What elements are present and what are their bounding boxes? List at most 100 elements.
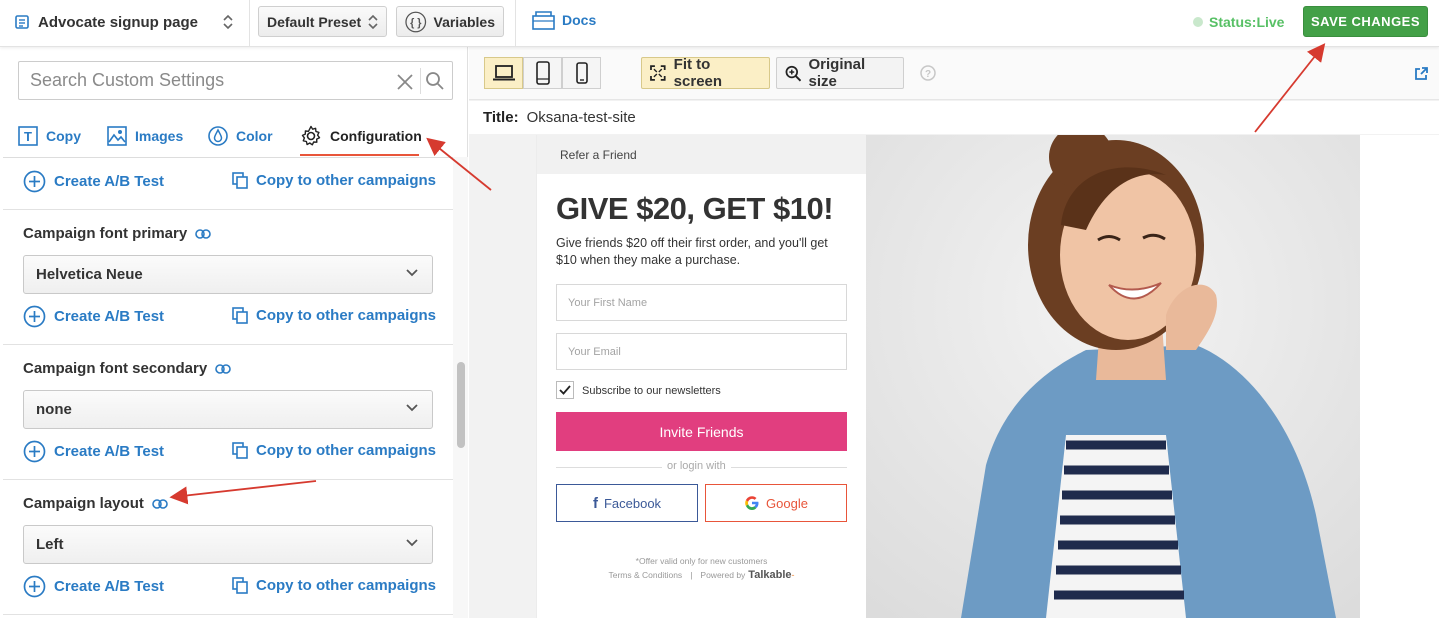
copy-to-campaigns-label: Copy to other campaigns: [256, 172, 437, 189]
powered-by-label: Powered by: [700, 570, 746, 580]
invite-friends-button[interactable]: Invite Friends: [556, 412, 847, 451]
preview-title-bar: Title: Oksana-test-site: [469, 101, 1439, 134]
layout-select[interactable]: Left: [23, 525, 433, 564]
chevron-down-icon: [406, 269, 418, 277]
card-header-label: Refer a Friend: [560, 147, 637, 162]
divider: [249, 0, 250, 46]
updown-icon: [368, 14, 378, 30]
chevron-down-icon: [406, 539, 418, 547]
save-changes-label: SAVE CHANGES: [1310, 14, 1421, 29]
create-ab-test-link[interactable]: Create A/B Test: [23, 575, 164, 598]
preset-select[interactable]: Default Preset: [258, 6, 387, 37]
section-divider: [3, 479, 453, 480]
tab-copy[interactable]: T Copy: [18, 117, 81, 155]
create-ab-test-link[interactable]: Create A/B Test: [23, 170, 164, 193]
field-label-font-secondary: Campaign font secondary: [23, 360, 232, 377]
original-size-button[interactable]: Original size: [776, 56, 904, 90]
search-icon[interactable]: [425, 71, 445, 91]
plus-circle-icon: [23, 575, 46, 598]
create-ab-test-label: Create A/B Test: [54, 443, 165, 460]
scrollbar-thumb[interactable]: [457, 362, 465, 448]
create-ab-test-link[interactable]: Create A/B Test: [23, 305, 164, 328]
tab-configuration-label: Configuration: [330, 128, 422, 144]
external-link-icon[interactable]: [1414, 67, 1428, 81]
card-headline: GIVE $20, GET $10!: [556, 191, 834, 226]
status-label: Status:: [1209, 14, 1257, 30]
divider: [515, 0, 516, 46]
gear-icon: [301, 125, 321, 146]
copy-to-campaigns-link[interactable]: Copy to other campaigns: [232, 172, 436, 189]
status-value: Live: [1256, 14, 1285, 30]
phone-view-button[interactable]: [562, 57, 601, 89]
search-box: [18, 61, 453, 100]
clear-icon[interactable]: [396, 73, 414, 91]
tab-images[interactable]: Images: [107, 117, 183, 155]
copy-to-campaigns-label: Copy to other campaigns: [256, 442, 437, 459]
select-value: Helvetica Neue: [36, 266, 143, 283]
input-placeholder: Your First Name: [568, 296, 648, 309]
zoom-in-icon: [785, 65, 802, 81]
link-icon[interactable]: [215, 363, 232, 374]
tab-copy-label: Copy: [46, 128, 81, 144]
preview-area: Fit to screen Original size ? Title: Oks…: [469, 47, 1439, 618]
preview-toolbar: Fit to screen Original size ?: [469, 47, 1439, 100]
tab-color-label: Color: [236, 128, 273, 144]
terms-link[interactable]: Terms & Conditions: [608, 570, 682, 580]
variables-button[interactable]: { } Variables: [396, 6, 504, 37]
field-label-layout: Campaign layout: [23, 495, 168, 512]
help-icon[interactable]: ?: [920, 65, 936, 81]
tab-color[interactable]: Color: [208, 117, 273, 155]
section-divider: [3, 614, 453, 615]
logo-accent-icon: -: [791, 570, 795, 580]
search-input[interactable]: [19, 62, 389, 99]
status-dot-icon: [1193, 17, 1203, 27]
offer-note: *Offer valid only for new customers: [635, 556, 768, 566]
link-icon[interactable]: [152, 498, 168, 509]
email-input[interactable]: Your Email: [556, 333, 847, 370]
section-divider: [3, 209, 453, 210]
referral-card: Refer a Friend GIVE $20, GET $10! Give f…: [536, 135, 866, 618]
tab-configuration[interactable]: Configuration: [300, 117, 422, 155]
laptop-icon: [492, 65, 515, 81]
tab-images-label: Images: [135, 128, 184, 144]
title-label: Title:: [483, 109, 519, 126]
tablet-view-button[interactable]: [523, 57, 562, 89]
woman-photo-icon: [866, 135, 1360, 618]
google-button[interactable]: Google: [705, 484, 847, 522]
copy-icon: [232, 577, 248, 594]
chevron-down-icon: [406, 404, 418, 412]
card-header: Refer a Friend: [537, 135, 866, 174]
original-size-label: Original size: [808, 56, 866, 90]
status-indicator: Status: Live: [1193, 14, 1284, 30]
fit-to-screen-button[interactable]: Fit to screen: [641, 56, 770, 90]
field-label-font-primary: Campaign font primary: [23, 225, 211, 242]
desktop-view-button[interactable]: [484, 57, 523, 89]
text-icon: T: [18, 126, 38, 146]
font-primary-select[interactable]: Helvetica Neue: [23, 255, 433, 294]
facebook-button[interactable]: f Facebook: [556, 484, 698, 522]
create-ab-test-label: Create A/B Test: [54, 308, 165, 325]
copy-to-campaigns-link[interactable]: Copy to other campaigns: [232, 442, 436, 459]
select-value: Left: [36, 536, 64, 553]
plus-circle-icon: [23, 440, 46, 463]
font-secondary-select[interactable]: none: [23, 390, 433, 429]
docs-link[interactable]: Docs: [532, 10, 596, 30]
create-ab-test-link[interactable]: Create A/B Test: [23, 440, 164, 463]
drop-icon: [208, 126, 228, 146]
link-icon[interactable]: [195, 228, 211, 239]
subscribe-checkbox[interactable]: [556, 381, 574, 399]
braces-icon: { }: [405, 11, 427, 32]
copy-icon: [232, 172, 248, 189]
save-changes-button[interactable]: SAVE CHANGES: [1303, 6, 1428, 37]
hero-image: [866, 135, 1360, 618]
create-ab-test-label: Create A/B Test: [54, 173, 165, 190]
copy-icon: [232, 442, 248, 459]
section-divider: [3, 344, 453, 345]
or-login-label: or login with: [662, 460, 731, 472]
copy-to-campaigns-link[interactable]: Copy to other campaigns: [232, 577, 436, 594]
page-selector[interactable]: Advocate signup page: [14, 8, 239, 36]
copy-to-campaigns-link[interactable]: Copy to other campaigns: [232, 307, 436, 324]
field-label-text: Campaign font primary: [23, 225, 188, 242]
fit-to-screen-label: Fit to screen: [673, 56, 723, 90]
first-name-input[interactable]: Your First Name: [556, 284, 847, 321]
